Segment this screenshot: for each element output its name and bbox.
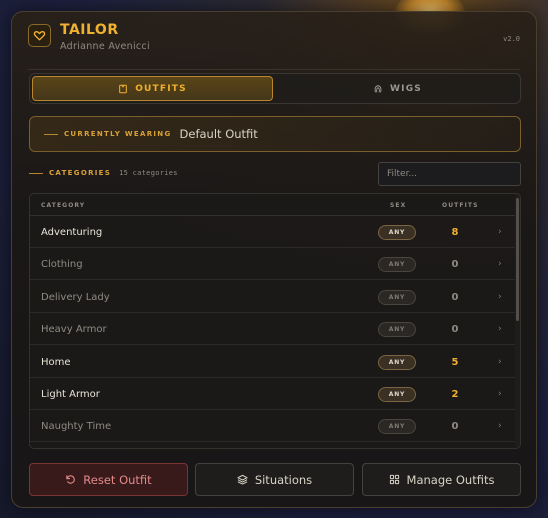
header-divider [28, 69, 520, 70]
heart-icon [33, 31, 46, 41]
accent-dash [29, 172, 43, 174]
categories-table: CATEGORY SEX OUTFITS Adventuring ANY 8 › Clo… [29, 193, 521, 449]
outfit-count: 0 [451, 259, 459, 271]
categories-heading: CATEGORIES 15 categories [29, 169, 178, 177]
column-header-category: CATEGORY [41, 202, 86, 209]
categories-bar: CATEGORIES 15 categories [29, 162, 521, 186]
category-name: Heavy Armor [41, 324, 107, 336]
accent-dash [44, 133, 58, 135]
shirt-icon [119, 84, 128, 93]
category-name: Naughty Time [41, 421, 112, 433]
wig-icon [374, 84, 382, 92]
sex-badge: ANY [378, 257, 416, 273]
chevron-right-icon: › [498, 259, 502, 270]
chevron-right-icon: › [498, 421, 502, 432]
outfit-count: 5 [451, 356, 459, 368]
situations-button[interactable]: Situations [195, 463, 354, 496]
table-row[interactable]: Naughty Time ANY 0 › [30, 410, 517, 443]
scrollbar-thumb[interactable] [516, 198, 519, 321]
outfit-count: 8 [451, 227, 459, 238]
category-name: Delivery Lady [41, 291, 110, 303]
chevron-right-icon: › [498, 227, 502, 237]
table-header: CATEGORY SEX OUTFITS [30, 194, 517, 216]
chevron-right-icon: › [498, 291, 502, 302]
category-name: Clothing [41, 259, 83, 271]
outfit-count: 0 [451, 421, 459, 433]
currently-wearing-label: CURRENTLY WEARING [64, 130, 172, 138]
filter-input[interactable] [378, 162, 521, 186]
manage-outfits-label: Manage Outfits [406, 472, 495, 487]
tab-outfits[interactable]: OUTFITS [32, 76, 273, 101]
grid-icon [389, 474, 399, 485]
tab-bar: OUTFITS WIGS [29, 73, 521, 104]
scrollbar-track[interactable] [515, 194, 520, 448]
chevron-right-icon: › [498, 389, 502, 399]
table-row[interactable]: Delivery Lady ANY 0 › [30, 281, 517, 313]
sex-badge: ANY [378, 354, 416, 370]
table-row[interactable]: Clothing ANY 0 › [30, 248, 517, 281]
categories-count: 15 categories [119, 169, 178, 177]
manage-outfits-button[interactable]: Manage Outfits [362, 463, 521, 496]
layers-icon [237, 474, 248, 485]
chevron-right-icon: › [498, 324, 502, 335]
situations-label: Situations [254, 472, 313, 487]
app-title: TAILOR [60, 22, 119, 38]
column-header-sex: SEX [390, 202, 407, 209]
outfit-count: 2 [451, 389, 459, 400]
sex-badge: ANY [378, 322, 416, 338]
tab-outfits-label: OUTFITS [135, 83, 187, 94]
table-row[interactable]: Home ANY 5 › [30, 346, 517, 378]
chevron-right-icon: › [498, 356, 502, 367]
sex-badge: ANY [378, 387, 416, 402]
sex-badge: ANY [378, 289, 416, 305]
tab-wigs-label: WIGS [390, 83, 422, 94]
header: TAILOR Adrianne Avenicci v2.0 [28, 22, 520, 70]
outfit-count: 0 [451, 324, 459, 336]
categories-label: CATEGORIES [49, 169, 112, 177]
character-name: Adrianne Avenicci [60, 41, 150, 52]
category-name: Light Armor [41, 389, 100, 400]
category-name: Home [41, 356, 71, 368]
reset-outfit-button[interactable]: Reset Outfit [29, 463, 188, 496]
current-outfit-name: Default Outfit [179, 127, 258, 141]
table-row[interactable]: Light Armor ANY 2 › [30, 378, 517, 410]
column-header-outfits: OUTFITS [442, 202, 479, 209]
category-name: Adventuring [41, 227, 103, 238]
table-row[interactable]: Adventuring ANY 8 › [30, 216, 517, 248]
logo [28, 24, 51, 47]
reset-outfit-label: Reset Outfit [83, 472, 152, 487]
version-label: v2.0 [503, 35, 520, 43]
outfit-count: 0 [451, 291, 459, 303]
currently-wearing-box: CURRENTLY WEARING Default Outfit [29, 116, 521, 152]
tab-wigs[interactable]: WIGS [277, 76, 518, 101]
sex-badge: ANY [378, 225, 416, 240]
table-row[interactable]: Heavy Armor ANY 0 › [30, 313, 517, 346]
undo-icon [66, 475, 76, 484]
sex-badge: ANY [378, 419, 416, 435]
tailor-panel: TAILOR Adrianne Avenicci v2.0 OUTFITS WI… [11, 11, 537, 508]
footer-actions: Reset Outfit Situations Manage Outfits [29, 463, 521, 496]
